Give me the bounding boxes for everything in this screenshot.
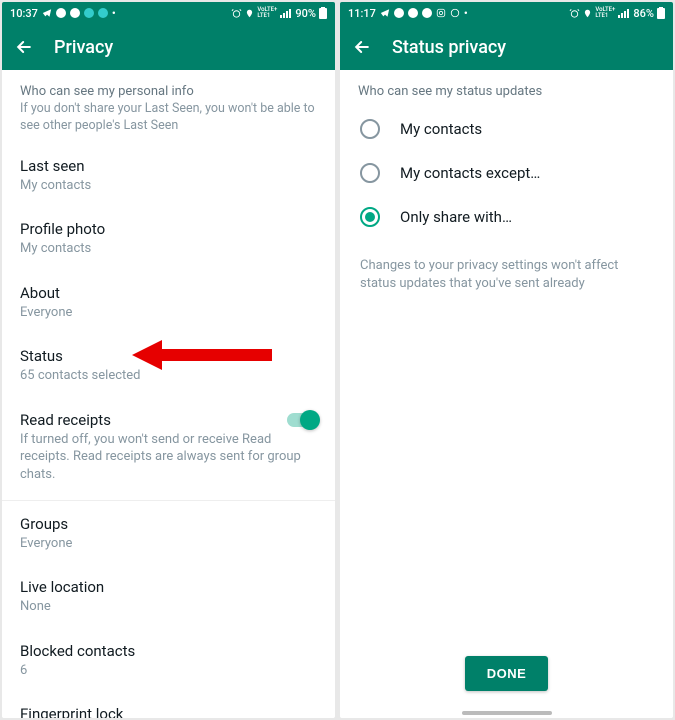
item-sub: Everyone xyxy=(20,304,317,322)
back-icon[interactable] xyxy=(14,37,34,57)
dot-icon: • xyxy=(112,7,116,20)
item-title: Live location xyxy=(20,578,317,596)
item-sub: My contacts xyxy=(20,240,317,258)
phone-left-privacy: 10:37 • VoLTE+LTE1 90% Privacy Who can s… xyxy=(2,2,335,718)
privacy-content: Who can see my personal info If you don'… xyxy=(2,70,335,718)
alarm-icon xyxy=(569,8,580,19)
title-bar: Status privacy xyxy=(340,24,673,70)
item-sub: None xyxy=(20,598,317,616)
item-title: Read receipts xyxy=(20,411,317,429)
privacy-note: Changes to your privacy settings won't a… xyxy=(340,249,673,301)
alarm-icon xyxy=(231,8,242,19)
radio-label: Only share with… xyxy=(400,208,512,226)
telegram-icon xyxy=(42,8,52,18)
battery-pct: 90% xyxy=(295,7,316,20)
status-privacy-content: Who can see my status updates My contact… xyxy=(340,70,673,718)
radio-my-contacts[interactable]: My contacts xyxy=(340,107,673,151)
radio-label: My contacts xyxy=(400,120,482,138)
item-about[interactable]: About Everyone xyxy=(2,272,335,336)
item-sub: 6 xyxy=(20,662,317,680)
item-groups[interactable]: Groups Everyone xyxy=(2,503,335,567)
page-title: Status privacy xyxy=(392,37,506,58)
done-wrap: DONE xyxy=(340,642,673,711)
circle-icon xyxy=(84,8,94,18)
item-title: Profile photo xyxy=(20,220,317,238)
battery-icon xyxy=(657,7,665,19)
item-title: Status xyxy=(20,347,317,365)
read-receipts-toggle[interactable] xyxy=(287,413,317,427)
battery-pct: 86% xyxy=(633,7,654,20)
dot-icon: • xyxy=(464,7,468,20)
circle-icon xyxy=(98,8,108,18)
network-label: VoLTE+LTE1 xyxy=(257,7,277,19)
divider xyxy=(2,500,335,501)
circle-icon xyxy=(422,8,432,18)
item-status[interactable]: Status 65 contacts selected xyxy=(2,335,335,399)
status-bar: 10:37 • VoLTE+LTE1 90% xyxy=(2,2,335,24)
radio-my-contacts-except[interactable]: My contacts except… xyxy=(340,151,673,195)
location-icon xyxy=(583,8,592,19)
location-icon xyxy=(245,8,254,19)
item-title: Fingerprint lock xyxy=(20,705,317,718)
item-sub: 65 contacts selected xyxy=(20,367,317,385)
battery-icon xyxy=(319,7,327,19)
item-sub: If turned off, you won't send or receive… xyxy=(20,431,317,484)
status-bar: 11:17 • VoLTE+LTE1 86% xyxy=(340,2,673,24)
item-read-receipts[interactable]: Read receipts If turned off, you won't s… xyxy=(2,399,335,498)
signal-icon xyxy=(618,8,630,18)
item-last-seen[interactable]: Last seen My contacts xyxy=(2,145,335,209)
section-header: Who can see my personal info xyxy=(2,70,335,101)
back-icon[interactable] xyxy=(352,37,372,57)
item-sub: Everyone xyxy=(20,535,317,553)
page-title: Privacy xyxy=(54,37,113,58)
radio-label: My contacts except… xyxy=(400,164,540,182)
radio-group: My contacts My contacts except… Only sha… xyxy=(340,101,673,249)
item-live-location[interactable]: Live location None xyxy=(2,566,335,630)
radio-icon xyxy=(360,119,380,139)
title-bar: Privacy xyxy=(2,24,335,70)
done-button[interactable]: DONE xyxy=(465,656,549,691)
item-blocked-contacts[interactable]: Blocked contacts 6 xyxy=(2,630,335,694)
circle-icon xyxy=(70,8,80,18)
phone-right-status-privacy: 11:17 • VoLTE+LTE1 86% Status privacy Wh… xyxy=(340,2,673,718)
circle-icon xyxy=(56,8,66,18)
circle-icon xyxy=(408,8,418,18)
section-header: Who can see my status updates xyxy=(340,70,673,101)
item-sub: My contacts xyxy=(20,177,317,195)
section-subtext: If you don't share your Last Seen, you w… xyxy=(2,101,335,145)
nav-hint xyxy=(462,711,552,715)
signal-icon xyxy=(280,8,292,18)
whatsapp-icon xyxy=(450,8,460,18)
telegram-icon xyxy=(380,8,390,18)
item-fingerprint-lock[interactable]: Fingerprint lock Disabled xyxy=(2,693,335,718)
item-title: Blocked contacts xyxy=(20,642,317,660)
radio-only-share-with[interactable]: Only share with… xyxy=(340,195,673,239)
radio-icon xyxy=(360,207,380,227)
item-profile-photo[interactable]: Profile photo My contacts xyxy=(2,208,335,272)
clock: 11:17 xyxy=(348,7,376,20)
item-title: Groups xyxy=(20,515,317,533)
instagram-icon xyxy=(436,8,446,18)
radio-icon xyxy=(360,163,380,183)
item-title: Last seen xyxy=(20,157,317,175)
network-label: VoLTE+LTE1 xyxy=(595,7,615,19)
circle-icon xyxy=(394,8,404,18)
clock: 10:37 xyxy=(10,7,38,20)
item-title: About xyxy=(20,284,317,302)
